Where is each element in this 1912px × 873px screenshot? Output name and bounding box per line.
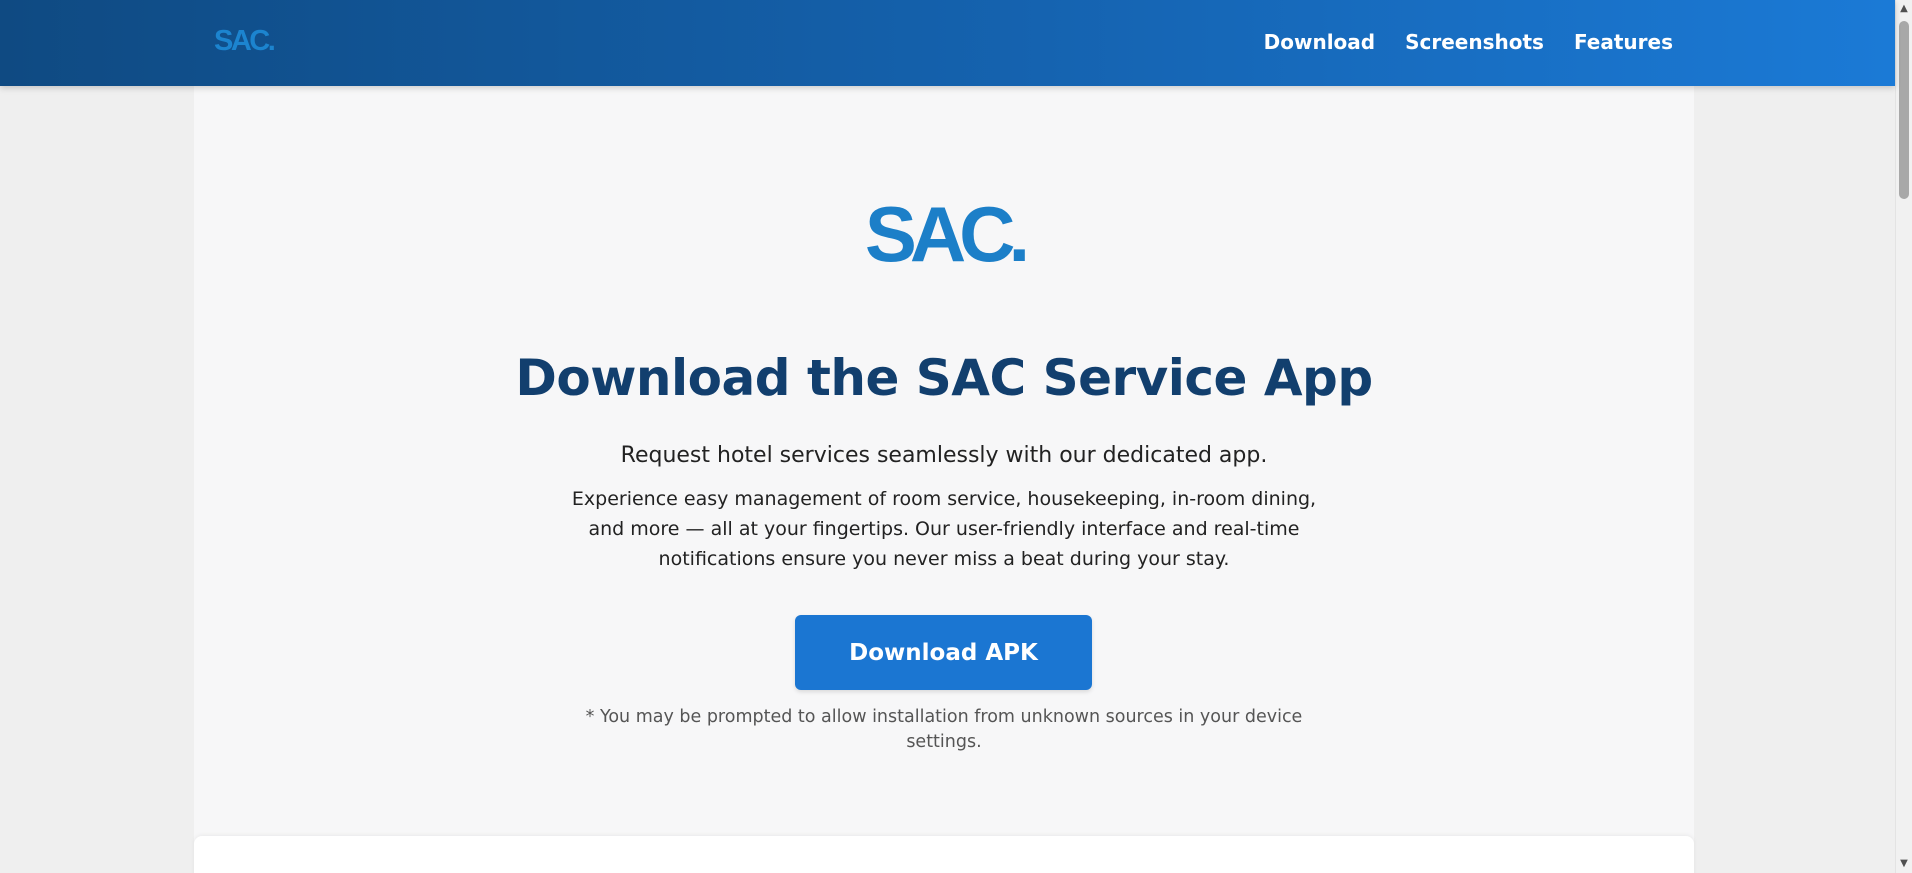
nav-link-features[interactable]: Features — [1574, 28, 1673, 56]
content-card — [194, 836, 1694, 873]
hero-description: Experience easy management of room servi… — [571, 488, 1317, 570]
nav-link-screenshots[interactable]: Screenshots — [1405, 28, 1544, 56]
scroll-up-arrow-icon[interactable]: ▲ — [1898, 3, 1910, 15]
top-navigation-bar: SAC. Download Screenshots Features — [0, 0, 1895, 86]
download-apk-button[interactable]: Download APK — [795, 615, 1092, 690]
hero-section: SAC. Download the SAC Service App Reques… — [194, 86, 1694, 873]
scroll-down-arrow-icon[interactable]: ▼ — [1898, 858, 1910, 870]
scrollbar-thumb[interactable] — [1899, 21, 1909, 199]
install-note: * You may be prompted to allow installat… — [585, 707, 1303, 752]
hero-subtitle: Request hotel services seamlessly with o… — [620, 443, 1268, 468]
page-title: Download the SAC Service App — [515, 349, 1373, 407]
main-nav: Download Screenshots Features — [1264, 28, 1673, 56]
vertical-scrollbar[interactable]: ▲ ▼ — [1895, 0, 1912, 873]
hero-logo: SAC. — [864, 190, 1030, 278]
header-logo[interactable]: SAC. — [214, 24, 276, 58]
page: SAC. Download Screenshots Features SAC. … — [0, 0, 1912, 873]
nav-link-download[interactable]: Download — [1264, 28, 1375, 56]
